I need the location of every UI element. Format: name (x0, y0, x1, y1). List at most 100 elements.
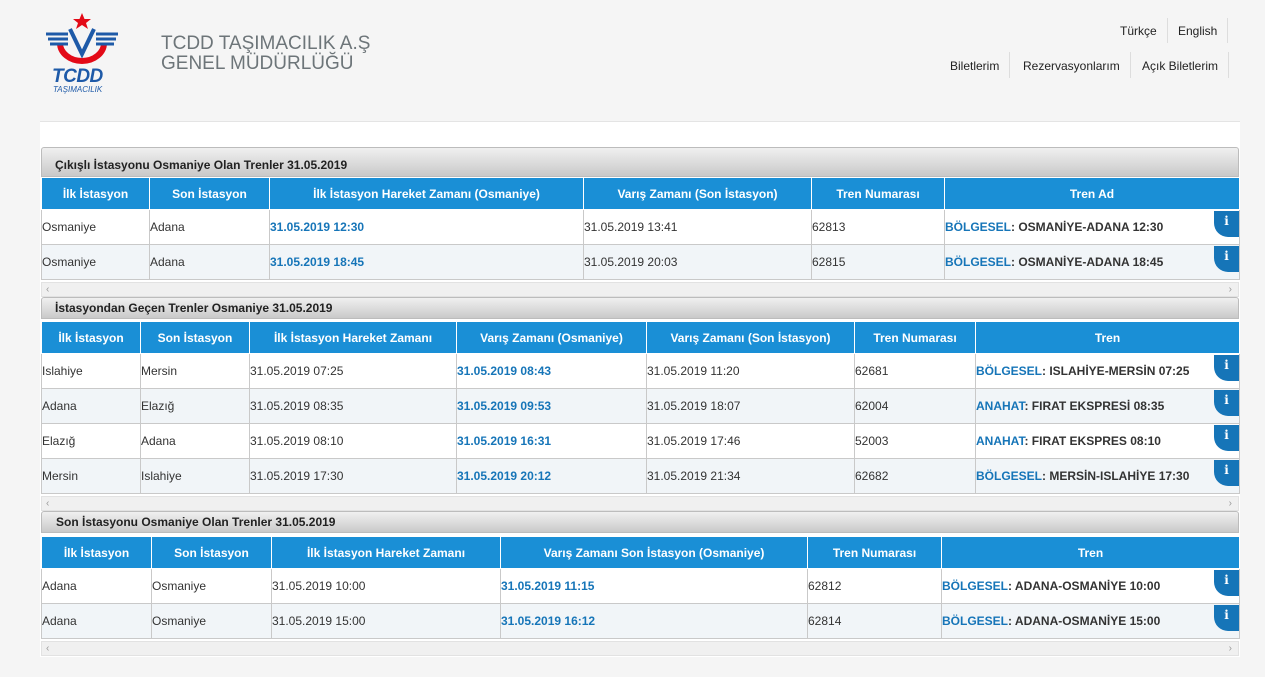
column-header[interactable]: Tren Numarası (854, 321, 976, 354)
company-name: TCDD TAŞIMACILIK A.Ş GENEL MÜDÜRLÜĞÜ (161, 34, 370, 74)
lang-english-link[interactable]: English (1168, 18, 1229, 43)
train-category-link[interactable]: BÖLGESEL (942, 614, 1008, 628)
departure-time-link[interactable]: 31.05.2019 12:30 (269, 209, 584, 245)
horizontal-scrollbar[interactable]: ‹ › (41, 282, 1239, 297)
final-arrival-cell: 31.05.2019 21:34 (646, 458, 855, 494)
train-category-link[interactable]: BÖLGESEL (942, 579, 1008, 593)
train-category-link[interactable]: BÖLGESEL (976, 469, 1042, 483)
departure-time-link[interactable]: 31.05.2019 18:45 (269, 244, 584, 280)
train-name: : ISLAHİYE-MERSİN 07:25 (1042, 364, 1190, 378)
column-header[interactable]: İlk İstasyon (41, 536, 152, 569)
train-category-link[interactable]: BÖLGESEL (945, 255, 1011, 269)
arrival-time-link[interactable]: 31.05.2019 20:12 (456, 458, 647, 494)
scroll-left-icon[interactable]: ‹ (46, 498, 49, 509)
table-row: Adana Osmaniye 31.05.2019 10:00 31.05.20… (41, 568, 1240, 604)
arrival-time-link[interactable]: 31.05.2019 09:53 (456, 388, 647, 424)
arrival-time-link[interactable]: 31.05.2019 16:31 (456, 423, 647, 459)
last-station-cell: Osmaniye (151, 603, 272, 639)
horizontal-scrollbar[interactable]: ‹ › (41, 641, 1239, 656)
company-line-2: GENEL MÜDÜRLÜĞÜ (161, 53, 354, 74)
arrival-time-link[interactable]: 31.05.2019 08:43 (456, 353, 647, 389)
column-header[interactable]: Son İstasyon (149, 177, 270, 210)
departure-time-cell: 31.05.2019 15:00 (271, 603, 501, 639)
last-station-cell: Osmaniye (151, 568, 272, 604)
train-name-cell: BÖLGESEL: ADANA-OSMANİYE 15:00 i (941, 603, 1240, 639)
final-arrival-cell: 31.05.2019 17:46 (646, 423, 855, 459)
column-header[interactable]: Tren Ad (944, 177, 1240, 210)
final-arrival-cell: 31.05.2019 11:20 (646, 353, 855, 389)
train-number-cell: 62814 (807, 603, 942, 639)
train-name: : OSMANİYE-ADANA 12:30 (1011, 220, 1164, 234)
train-name-cell: BÖLGESEL: ADANA-OSMANİYE 10:00 i (941, 568, 1240, 604)
train-name-cell: BÖLGESEL: OSMANİYE-ADANA 18:45 i (944, 244, 1240, 280)
train-category-link[interactable]: ANAHAT (976, 434, 1024, 448)
column-header[interactable]: Son İstasyon (151, 536, 272, 569)
train-category-link[interactable]: BÖLGESEL (945, 220, 1011, 234)
info-icon[interactable]: i (1214, 460, 1239, 486)
column-header[interactable]: Tren Numarası (811, 177, 945, 210)
last-station-cell: Elazığ (140, 388, 250, 424)
horizontal-scrollbar[interactable]: ‹ › (41, 496, 1239, 511)
train-name-cell: BÖLGESEL: OSMANİYE-ADANA 12:30 i (944, 209, 1240, 245)
table-row: Osmaniye Adana 31.05.2019 12:30 31.05.20… (41, 209, 1240, 245)
arrivals-table: İlk İstasyon Son İstasyon İlk İstasyon H… (41, 536, 1240, 639)
train-category-link[interactable]: ANAHAT (976, 399, 1024, 413)
scroll-left-icon[interactable]: ‹ (46, 643, 49, 654)
first-station-cell: Mersin (41, 458, 141, 494)
table-row: Islahiye Mersin 31.05.2019 07:25 31.05.2… (41, 353, 1240, 389)
scroll-right-icon[interactable]: › (1229, 498, 1232, 509)
column-header[interactable]: İlk İstasyon Hareket Zamanı (249, 321, 457, 354)
info-icon[interactable]: i (1214, 246, 1239, 272)
info-icon[interactable]: i (1214, 355, 1239, 381)
train-number-cell: 62812 (807, 568, 942, 604)
column-header[interactable]: Tren Numarası (807, 536, 942, 569)
info-icon[interactable]: i (1214, 425, 1239, 451)
arrival-time-link[interactable]: 31.05.2019 16:12 (500, 603, 808, 639)
info-icon[interactable]: i (1214, 605, 1239, 631)
nav-acik-biletlerim[interactable]: Açık Biletlerim (1132, 52, 1230, 78)
column-header[interactable]: Varış Zamanı (Son İstasyon) (646, 321, 855, 354)
info-icon[interactable]: i (1214, 390, 1239, 416)
column-header[interactable]: Tren (941, 536, 1240, 569)
table-row: Elazığ Adana 31.05.2019 08:10 31.05.2019… (41, 423, 1240, 459)
first-station-cell: Osmaniye (41, 209, 150, 245)
company-line-1: TCDD TAŞIMACILIK A.Ş (161, 33, 371, 54)
train-name-cell: ANAHAT: FIRAT EKSPRESİ 08:35 i (975, 388, 1240, 424)
table-row: Adana Osmaniye 31.05.2019 15:00 31.05.20… (41, 603, 1240, 639)
train-number-cell: 62681 (854, 353, 976, 389)
column-header[interactable]: İlk İstasyon Hareket Zamanı (271, 536, 501, 569)
column-header[interactable]: Son İstasyon (140, 321, 250, 354)
train-name-cell: BÖLGESEL: MERSİN-ISLAHİYE 17:30 i (975, 458, 1240, 494)
arrival-time-link[interactable]: 31.05.2019 11:15 (500, 568, 808, 604)
section-passing-title: İstasyondan Geçen Trenler Osmaniye 31.05… (41, 297, 1239, 319)
logo-subtext: TAŞIMACILIK (53, 85, 103, 94)
column-header[interactable]: İlk İstasyon (41, 177, 150, 210)
departure-time-cell: 31.05.2019 17:30 (249, 458, 457, 494)
nav-biletlerim[interactable]: Biletlerim (940, 52, 1011, 78)
train-name-cell: ANAHAT: FIRAT EKSPRES 08:10 i (975, 423, 1240, 459)
info-icon[interactable]: i (1214, 211, 1239, 237)
train-name: : FIRAT EKSPRES 08:10 (1024, 434, 1161, 448)
train-name: : OSMANİYE-ADANA 18:45 (1011, 255, 1164, 269)
column-header[interactable]: İlk İstasyon (41, 321, 141, 354)
column-header[interactable]: Varış Zamanı Son İstasyon (Osmaniye) (500, 536, 808, 569)
departure-time-cell: 31.05.2019 08:35 (249, 388, 457, 424)
lang-turkish-link[interactable]: Türkçe (1110, 18, 1168, 43)
column-header[interactable]: Tren (975, 321, 1240, 354)
scroll-right-icon[interactable]: › (1229, 284, 1232, 295)
info-icon[interactable]: i (1214, 570, 1239, 596)
nav-rezervasyonlarim[interactable]: Rezervasyonlarım (1013, 52, 1131, 78)
train-name: : FIRAT EKSPRESİ 08:35 (1024, 399, 1165, 413)
final-arrival-cell: 31.05.2019 18:07 (646, 388, 855, 424)
scroll-left-icon[interactable]: ‹ (46, 284, 49, 295)
first-station-cell: Islahiye (41, 353, 141, 389)
first-station-cell: Adana (41, 388, 141, 424)
train-category-link[interactable]: BÖLGESEL (976, 364, 1042, 378)
train-name: : MERSİN-ISLAHİYE 17:30 (1042, 469, 1190, 483)
column-header[interactable]: Varış Zamanı (Son İstasyon) (583, 177, 812, 210)
first-station-cell: Adana (41, 603, 152, 639)
column-header[interactable]: İlk İstasyon Hareket Zamanı (Osmaniye) (269, 177, 584, 210)
column-header[interactable]: Varış Zamanı (Osmaniye) (456, 321, 647, 354)
last-station-cell: Adana (149, 209, 270, 245)
scroll-right-icon[interactable]: › (1229, 643, 1232, 654)
